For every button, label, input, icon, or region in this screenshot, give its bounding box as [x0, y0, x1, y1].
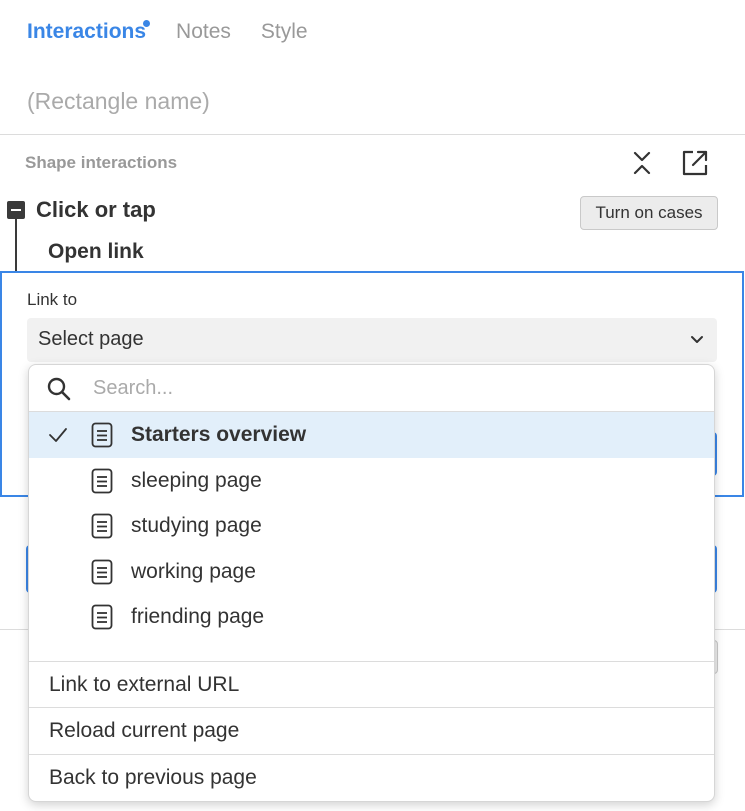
search-input[interactable]	[93, 373, 673, 403]
page-icon	[91, 559, 113, 585]
page-item-sleeping-page[interactable]: sleeping page	[29, 458, 714, 504]
option-label: Back to previous page	[49, 766, 257, 789]
back-previous-page-option[interactable]: Back to previous page	[29, 754, 714, 801]
page-item-label: Starters overview	[131, 423, 307, 446]
turn-on-cases-button[interactable]: Turn on cases	[580, 196, 718, 230]
tab-interactions-label: Interactions	[27, 20, 147, 43]
option-label: Reload current page	[49, 719, 240, 742]
page-item-friending-page[interactable]: friending page	[29, 594, 714, 640]
tree-connector	[15, 219, 17, 273]
page-item-label: working page	[131, 560, 256, 583]
popout-icon[interactable]	[681, 149, 709, 177]
search-icon	[47, 377, 71, 401]
page-icon	[91, 422, 113, 448]
dropdown-search	[29, 365, 714, 412]
select-value: Select page	[38, 328, 144, 350]
link-external-url-option[interactable]: Link to external URL	[29, 661, 714, 708]
page-icon	[91, 513, 113, 539]
page-item-studying-page[interactable]: studying page	[29, 503, 714, 549]
page-icon	[91, 468, 113, 494]
collapse-event-icon[interactable]	[7, 201, 25, 219]
chevron-down-icon	[691, 336, 703, 343]
tab-notes-label: Notes	[176, 20, 231, 43]
event-label: Click or tap	[36, 197, 156, 222]
shape-name-field[interactable]: (Rectangle name)	[27, 88, 210, 115]
link-target-select[interactable]: Select page	[27, 318, 717, 362]
page-item-working-page[interactable]: working page	[29, 549, 714, 595]
tab-style[interactable]: Style	[261, 20, 308, 44]
page-item-starters-overview[interactable]: Starters overview	[29, 412, 714, 458]
check-icon	[49, 428, 67, 442]
notification-dot	[143, 20, 151, 27]
page-dropdown: Starters overview sleeping page studying…	[28, 364, 715, 802]
tab-notes[interactable]: Notes	[176, 20, 231, 44]
section-title: Shape interactions	[25, 153, 178, 172]
page-item-label: friending page	[131, 605, 265, 628]
tab-interactions[interactable]: Interactions	[27, 20, 151, 44]
page-item-label: sleeping page	[131, 469, 262, 492]
page-icon	[91, 604, 113, 630]
reload-page-option[interactable]: Reload current page	[29, 707, 714, 754]
action-label: Open link	[48, 240, 144, 263]
collapse-icon[interactable]	[628, 149, 656, 177]
tab-style-label: Style	[260, 20, 308, 43]
link-to-label: Link to	[27, 290, 78, 309]
option-label: Link to external URL	[49, 673, 240, 696]
panel-tabs: Interactions Notes Style	[27, 20, 338, 44]
divider	[0, 134, 745, 135]
page-item-label: studying page	[131, 514, 262, 537]
